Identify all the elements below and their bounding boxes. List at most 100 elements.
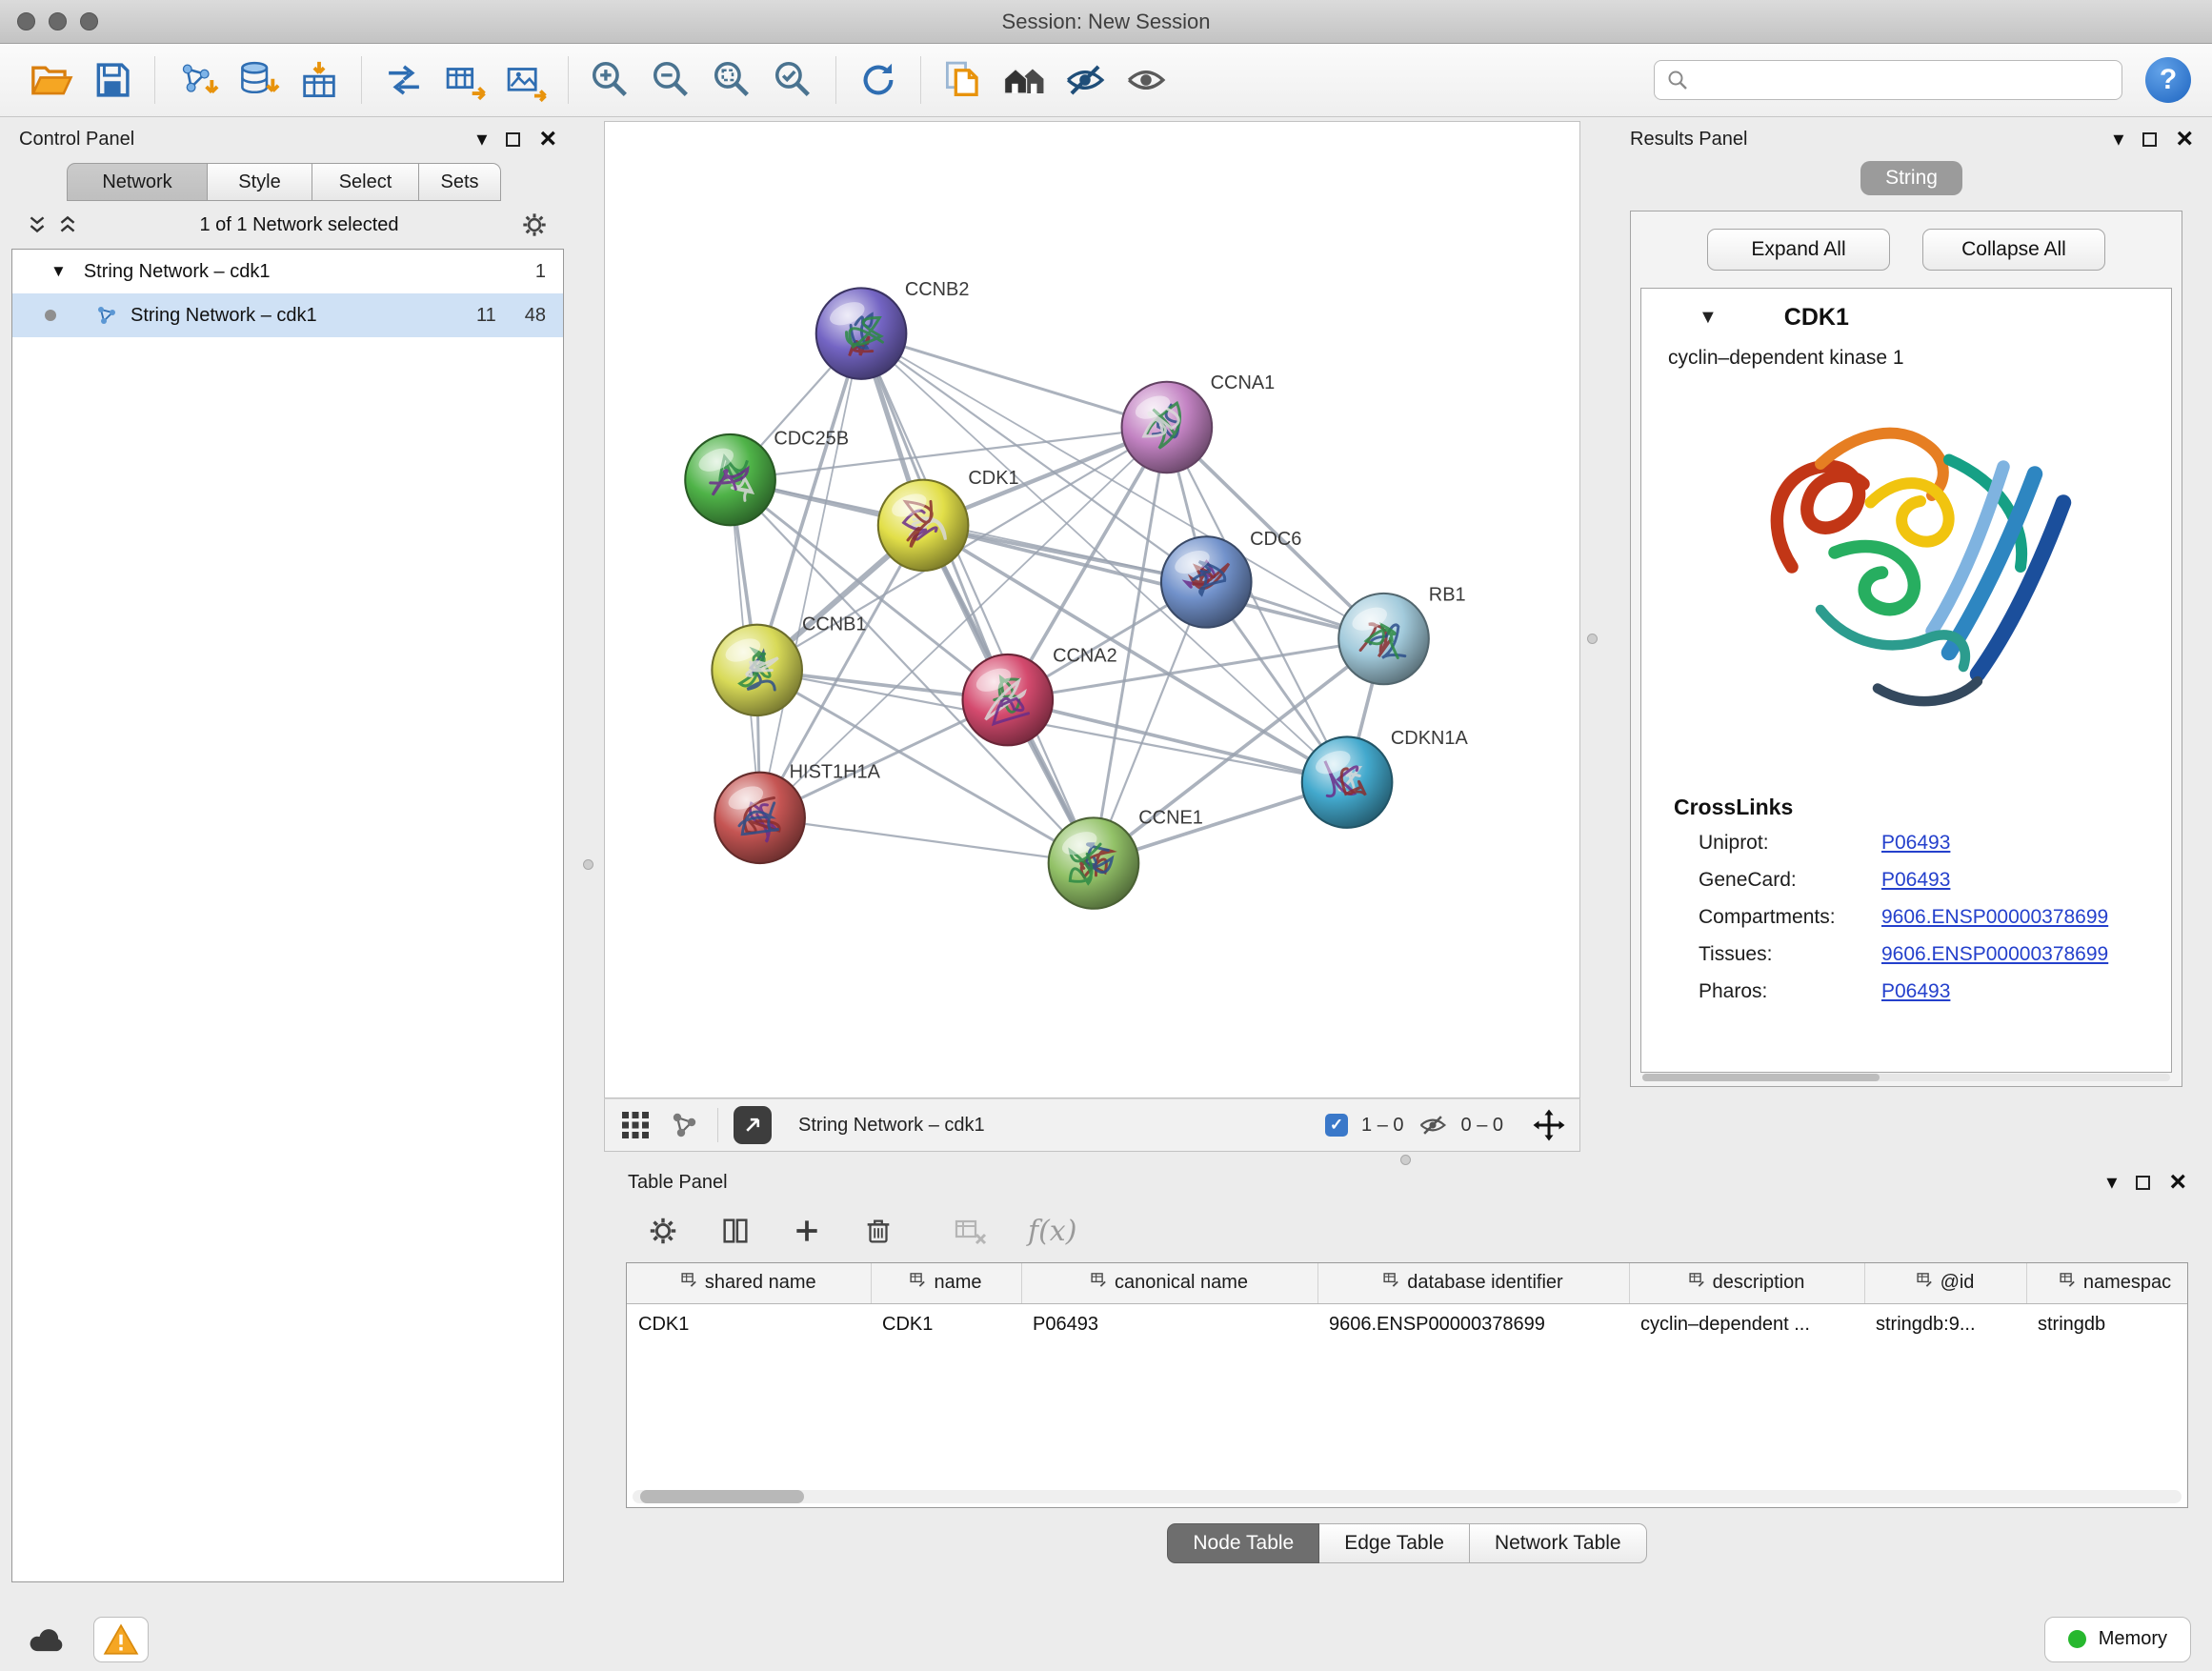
show-selected-button[interactable] [1120, 54, 1172, 106]
column-header-@id[interactable]: @id [1864, 1263, 2026, 1303]
crosslink-value-link[interactable]: 9606.ENSP00000378699 [1881, 906, 2108, 928]
zoom-selected-button[interactable] [768, 54, 819, 106]
network-row-selected[interactable]: String Network – cdk1 11 48 [12, 293, 563, 337]
network-edge[interactable] [923, 525, 1383, 638]
crosslink-value-link[interactable]: P06493 [1881, 832, 1950, 854]
column-header-database-identifier[interactable]: database identifier [1317, 1263, 1629, 1303]
column-header-shared-name[interactable]: shared name [627, 1263, 871, 1303]
refresh-view-button[interactable] [853, 54, 904, 106]
birdseye-grid-icon[interactable] [618, 1108, 653, 1142]
network-graph[interactable]: CCNB2CCNA1CDC25BCDK1CDC6RB1CCNB1CCNA2CDK… [605, 122, 1579, 1097]
tab-node-table[interactable]: Node Table [1167, 1523, 1319, 1563]
show-columns-icon[interactable] [719, 1215, 752, 1247]
toolbar-search[interactable] [1654, 60, 2122, 100]
export-table-button[interactable] [439, 54, 491, 106]
column-header-name[interactable]: name [871, 1263, 1021, 1303]
tab-sets[interactable]: Sets [419, 163, 501, 201]
network-node-CCNA1[interactable] [1122, 382, 1213, 473]
import-network-from-database-button[interactable] [232, 54, 284, 106]
function-builder-icon[interactable]: f(x) [1028, 1215, 1076, 1248]
panel-menu-icon[interactable]: ▾ [476, 129, 487, 150]
results-horizontal-scrollbar[interactable] [1642, 1074, 2170, 1081]
protein-section-header[interactable]: ▼ CDK1 [1641, 289, 2171, 341]
selected-checkbox-icon[interactable]: ✓ [1325, 1114, 1348, 1137]
memory-button[interactable]: Memory [2044, 1617, 2191, 1662]
network-edge[interactable] [760, 817, 1094, 863]
close-panel-icon[interactable]: × [2169, 1171, 2186, 1194]
float-panel-icon[interactable] [2136, 1176, 2150, 1190]
search-input[interactable] [1697, 70, 2110, 91]
splitter-grip[interactable] [1400, 1155, 1411, 1165]
crosslink-value-link[interactable]: 9606.ENSP00000378699 [1881, 943, 2108, 965]
table-cell[interactable]: stringdb:9... [1864, 1303, 2026, 1345]
network-edge[interactable] [861, 333, 1094, 863]
panel-menu-icon[interactable]: ▾ [2106, 1172, 2117, 1193]
tab-network-table[interactable]: Network Table [1470, 1523, 1647, 1563]
tab-style[interactable]: Style [208, 163, 312, 201]
column-header-canonical-name[interactable]: canonical name [1021, 1263, 1317, 1303]
show-home-networks-button[interactable] [998, 54, 1050, 106]
crosslink-value-link[interactable]: P06493 [1881, 869, 1950, 891]
export-image-button[interactable] [500, 54, 552, 106]
cloud-status-button[interactable] [21, 1617, 72, 1662]
column-header-description[interactable]: description [1629, 1263, 1864, 1303]
collapse-section-icon[interactable]: ▼ [1699, 307, 1718, 329]
merge-networks-button[interactable] [378, 54, 430, 106]
table-cell[interactable]: 9606.ENSP00000378699 [1317, 1303, 1629, 1345]
network-collection-row[interactable]: ▼ String Network – cdk1 1 [12, 250, 563, 293]
collapse-all-chevrons-icon[interactable] [57, 213, 78, 236]
zoom-out-button[interactable] [646, 54, 697, 106]
table-horizontal-scrollbar[interactable] [633, 1490, 2182, 1503]
collapse-all-button[interactable]: Collapse All [1922, 229, 2105, 271]
splitter-grip[interactable] [583, 859, 593, 870]
tab-string[interactable]: String [1860, 161, 1962, 195]
close-panel-icon[interactable]: × [2176, 128, 2193, 151]
zoom-window-button[interactable] [80, 12, 98, 30]
import-table-from-file-button[interactable] [293, 54, 345, 106]
table-cell[interactable]: P06493 [1021, 1303, 1317, 1345]
copy-session-button[interactable] [937, 54, 989, 106]
close-window-button[interactable] [17, 12, 35, 30]
column-header-namespac[interactable]: namespac [2026, 1263, 2188, 1303]
float-panel-icon[interactable] [506, 132, 520, 147]
scrollbar-thumb[interactable] [1642, 1074, 1880, 1081]
minimize-window-button[interactable] [49, 12, 67, 30]
add-column-plus-icon[interactable] [792, 1216, 822, 1246]
network-canvas[interactable]: CCNB2CCNA1CDC25BCDK1CDC6RB1CCNB1CCNA2CDK… [604, 121, 1580, 1098]
expand-all-button[interactable]: Expand All [1707, 229, 1890, 271]
table-row[interactable]: CDK1CDK1P064939606.ENSP00000378699cyclin… [627, 1303, 2188, 1345]
warnings-button[interactable] [93, 1617, 149, 1662]
table-cell[interactable]: cyclin–dependent ... [1629, 1303, 1864, 1345]
scrollbar-thumb[interactable] [640, 1490, 804, 1503]
float-panel-icon[interactable] [2142, 132, 2157, 147]
pan-move-icon[interactable] [1532, 1108, 1566, 1142]
table-cell[interactable]: stringdb [2026, 1303, 2188, 1345]
tab-select[interactable]: Select [312, 163, 419, 201]
network-edge[interactable] [760, 333, 861, 817]
save-session-button[interactable] [87, 54, 138, 106]
close-panel-icon[interactable]: × [539, 128, 556, 151]
zoom-fit-button[interactable] [707, 54, 758, 106]
open-in-new-window-button[interactable] [734, 1106, 772, 1144]
splitter-grip[interactable] [1587, 634, 1598, 644]
delete-column-trash-icon[interactable] [862, 1215, 895, 1247]
import-network-from-file-button[interactable] [171, 54, 223, 106]
open-session-button[interactable] [26, 54, 77, 106]
network-share-icon[interactable] [668, 1108, 702, 1142]
gear-icon[interactable] [520, 211, 549, 239]
attribute-table[interactable]: shared namenamecanonical namedatabase id… [627, 1263, 2188, 1345]
tab-edge-table[interactable]: Edge Table [1319, 1523, 1470, 1563]
panel-menu-icon[interactable]: ▾ [2113, 129, 2123, 150]
crosslink-value-link[interactable]: P06493 [1881, 980, 1950, 1002]
tab-network[interactable]: Network [67, 163, 208, 201]
delete-table-icon[interactable] [954, 1214, 988, 1248]
expand-all-chevrons-icon[interactable] [27, 213, 48, 236]
table-cell[interactable]: CDK1 [627, 1303, 871, 1345]
table-cell[interactable]: CDK1 [871, 1303, 1021, 1345]
table-settings-gear-icon[interactable] [647, 1215, 679, 1247]
tree-expand-icon[interactable]: ▼ [50, 262, 67, 281]
help-button[interactable]: ? [2145, 57, 2191, 103]
hide-selected-button[interactable] [1059, 54, 1111, 106]
zoom-in-button[interactable] [585, 54, 636, 106]
network-edge[interactable] [861, 333, 1167, 427]
